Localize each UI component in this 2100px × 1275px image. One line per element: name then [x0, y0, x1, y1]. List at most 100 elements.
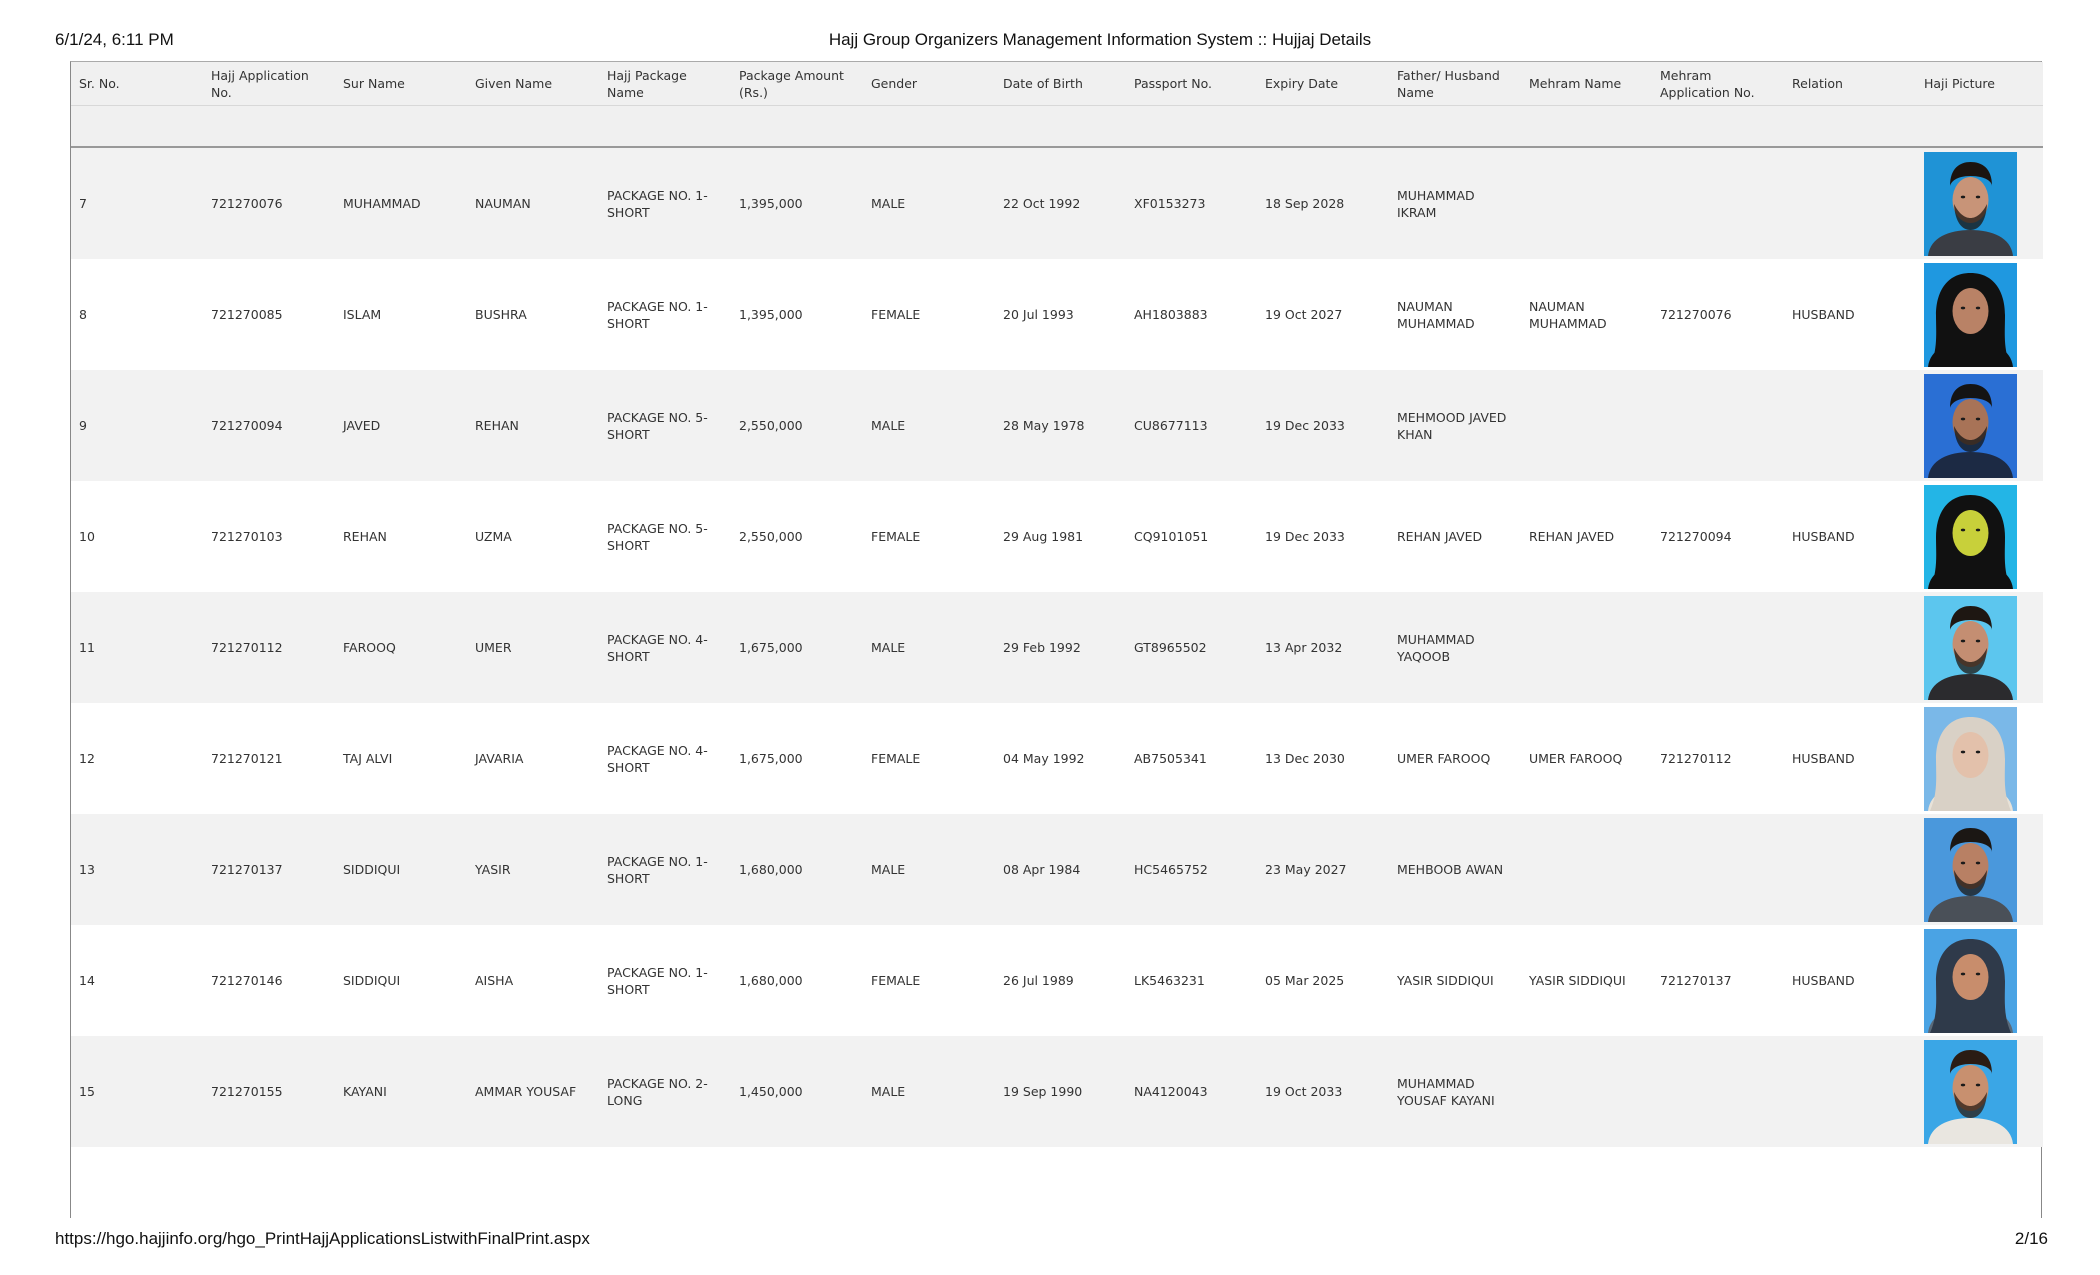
cell-package-name: PACKAGE NO. 4-SHORT — [599, 703, 731, 814]
cell-gender: MALE — [863, 370, 995, 481]
cell-application-no: 721270085 — [203, 259, 335, 370]
cell-relation — [1784, 1036, 1916, 1147]
cell-application-no: 721270112 — [203, 592, 335, 703]
cell-given-name: UZMA — [467, 481, 599, 592]
col-header-father-husband-name: Father/ Husband Name — [1389, 62, 1521, 106]
col-header-sr-no: Sr. No. — [71, 62, 203, 106]
cell-mehram-name: REHAN JAVED — [1521, 481, 1652, 592]
cell-passport-no: NA4120043 — [1126, 1036, 1257, 1147]
page-title: Hajj Group Organizers Management Informa… — [828, 30, 1372, 49]
footer-url: https://hgo.hajjinfo.org/hgo_PrintHajjAp… — [55, 1229, 590, 1248]
cell-mehram-application-no: 721270137 — [1652, 925, 1784, 1036]
cell-father-husband-name: MUHAMMAD YAQOOB — [1389, 592, 1521, 703]
table-row: 11 721270112 FAROOQ UMER PACKAGE NO. 4-SHORT… — [71, 592, 2043, 703]
haji-photo — [1924, 151, 2017, 256]
cell-sur-name: MUHAMMAD — [335, 147, 467, 259]
cell-package-amount: 1,675,000 — [731, 703, 863, 814]
col-header-gender: Gender — [863, 62, 995, 106]
portrait-icon — [1924, 373, 2017, 478]
cell-father-husband-name: MEHMOOD JAVED KHAN — [1389, 370, 1521, 481]
table-row: 13 721270137 SIDDIQUI YASIR PACKAGE NO. 1-SH… — [71, 814, 2043, 925]
portrait-icon — [1924, 151, 2017, 256]
cell-package-amount: 1,680,000 — [731, 925, 863, 1036]
cell-haji-picture — [1916, 259, 2043, 370]
cell-given-name: JAVARIA — [467, 703, 599, 814]
haji-photo — [1924, 706, 2017, 811]
col-header-mehram-application-no: Mehram Application No. — [1652, 62, 1784, 106]
portrait-icon — [1924, 262, 2017, 367]
cell-mehram-application-no: 721270112 — [1652, 703, 1784, 814]
cell-gender: FEMALE — [863, 703, 995, 814]
cell-mehram-name: NAUMAN MUHAMMAD — [1521, 259, 1652, 370]
cell-package-name: PACKAGE NO. 1-SHORT — [599, 925, 731, 1036]
cell-mehram-application-no: 721270076 — [1652, 259, 1784, 370]
cell-package-name: PACKAGE NO. 5-SHORT — [599, 481, 731, 592]
cell-passport-no: CQ9101051 — [1126, 481, 1257, 592]
cell-sur-name: SIDDIQUI — [335, 925, 467, 1036]
cell-application-no: 721270155 — [203, 1036, 335, 1147]
cell-gender: MALE — [863, 147, 995, 259]
cell-haji-picture — [1916, 147, 2043, 259]
cell-gender: FEMALE — [863, 925, 995, 1036]
portrait-icon — [1924, 484, 2017, 589]
table-row: 8 721270085 ISLAM BUSHRA PACKAGE NO. 1-SHORT… — [71, 259, 2043, 370]
cell-sr-no: 12 — [71, 703, 203, 814]
cell-haji-picture — [1916, 370, 2043, 481]
haji-photo — [1924, 1039, 2017, 1144]
table-row: 12 721270121 TAJ ALVI JAVARIA PACKAGE NO. 4-… — [71, 703, 2043, 814]
cell-gender: MALE — [863, 1036, 995, 1147]
cell-date-of-birth: 20 Jul 1993 — [995, 259, 1126, 370]
cell-mehram-application-no — [1652, 147, 1784, 259]
cell-sr-no: 9 — [71, 370, 203, 481]
haji-photo — [1924, 262, 2017, 367]
cell-package-amount: 1,675,000 — [731, 592, 863, 703]
cell-given-name: REHAN — [467, 370, 599, 481]
cell-relation — [1784, 592, 1916, 703]
cell-mehram-application-no — [1652, 370, 1784, 481]
cell-sr-no: 11 — [71, 592, 203, 703]
cell-sr-no: 8 — [71, 259, 203, 370]
cell-package-amount: 2,550,000 — [731, 370, 863, 481]
cell-passport-no: HC5465752 — [1126, 814, 1257, 925]
cell-expiry-date: 18 Sep 2028 — [1257, 147, 1389, 259]
cell-expiry-date: 19 Oct 2027 — [1257, 259, 1389, 370]
cell-package-name: PACKAGE NO. 4-SHORT — [599, 592, 731, 703]
cell-expiry-date: 19 Dec 2033 — [1257, 370, 1389, 481]
col-header-mehram-name: Mehram Name — [1521, 62, 1652, 106]
cell-application-no: 721270076 — [203, 147, 335, 259]
cell-passport-no: LK5463231 — [1126, 925, 1257, 1036]
cell-mehram-name — [1521, 1036, 1652, 1147]
cell-father-husband-name: MUHAMMAD IKRAM — [1389, 147, 1521, 259]
cell-mehram-name: YASIR SIDDIQUI — [1521, 925, 1652, 1036]
cell-date-of-birth: 22 Oct 1992 — [995, 147, 1126, 259]
col-header-package-amount: Package Amount (Rs.) — [731, 62, 863, 106]
cell-expiry-date: 13 Apr 2032 — [1257, 592, 1389, 703]
portrait-icon — [1924, 817, 2017, 922]
col-header-hajj-package-name: Hajj Package Name — [599, 62, 731, 106]
cell-date-of-birth: 29 Aug 1981 — [995, 481, 1126, 592]
cell-given-name: NAUMAN — [467, 147, 599, 259]
cell-date-of-birth: 08 Apr 1984 — [995, 814, 1126, 925]
haji-photo — [1924, 373, 2017, 478]
cell-sur-name: FAROOQ — [335, 592, 467, 703]
portrait-icon — [1924, 1039, 2017, 1144]
cell-father-husband-name: YASIR SIDDIQUI — [1389, 925, 1521, 1036]
cell-passport-no: XF0153273 — [1126, 147, 1257, 259]
cell-application-no: 721270121 — [203, 703, 335, 814]
col-header-relation: Relation — [1784, 62, 1916, 106]
cell-package-amount: 2,550,000 — [731, 481, 863, 592]
cell-sr-no: 10 — [71, 481, 203, 592]
table-row: 7 721270076 MUHAMMAD NAUMAN PACKAGE NO. 1-SH… — [71, 147, 2043, 259]
cell-passport-no: GT8965502 — [1126, 592, 1257, 703]
table-row: 15 721270155 KAYANI AMMAR YOUSAF PACKAGE NO.… — [71, 1036, 2043, 1147]
portrait-icon — [1924, 706, 2017, 811]
cell-mehram-application-no: 721270094 — [1652, 481, 1784, 592]
col-header-hajj-application-no: Hajj Application No. — [203, 62, 335, 106]
cell-sur-name: TAJ ALVI — [335, 703, 467, 814]
cell-passport-no: CU8677113 — [1126, 370, 1257, 481]
col-header-haji-picture: Haji Picture — [1916, 62, 2043, 106]
cell-sr-no: 14 — [71, 925, 203, 1036]
cell-relation: HUSBAND — [1784, 259, 1916, 370]
haji-photo — [1924, 595, 2017, 700]
hujjaj-details-table: Sr. No. Hajj Application No. Sur Name Gi… — [71, 62, 2043, 1147]
